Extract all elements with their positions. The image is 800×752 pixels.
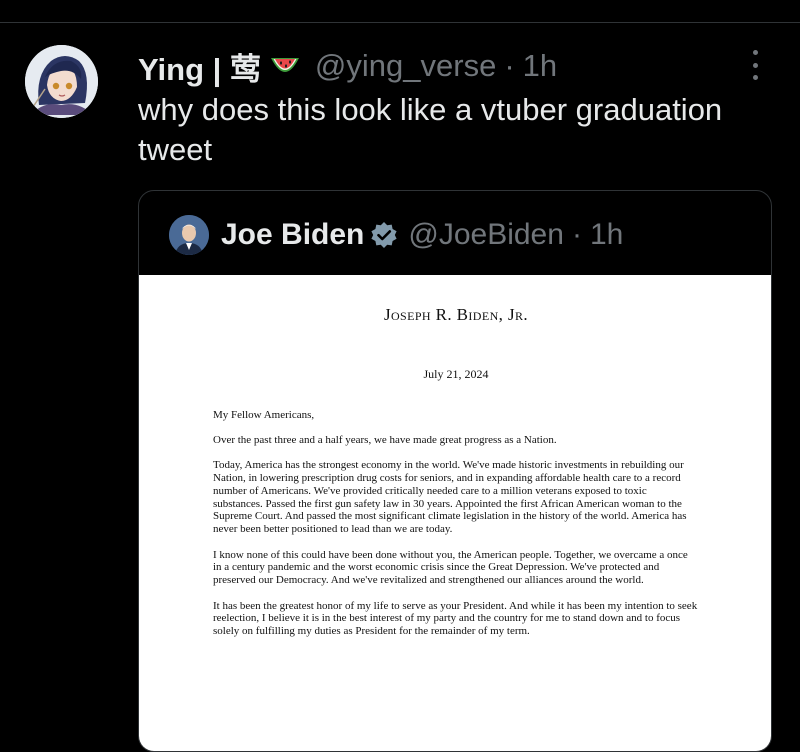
- watermelon-icon: [269, 52, 301, 80]
- letter-body: My Fellow Americans, Over the past three…: [213, 409, 699, 651]
- top-divider: [0, 22, 800, 23]
- more-options-icon[interactable]: [750, 50, 760, 80]
- letter-date: July 21, 2024: [423, 367, 489, 381]
- letter-image[interactable]: Joseph R. Biden, Jr. July 21, 2024 My Fe…: [139, 275, 771, 751]
- letter-paragraph: Over the past three and a half years, we…: [213, 433, 557, 446]
- post-header: Ying | 莺 @ying_verse · 1h: [138, 44, 557, 89]
- avatar-image: [25, 45, 98, 118]
- letter-heading: Joseph R. Biden, Jr.: [383, 305, 529, 324]
- author-handle[interactable]: @ying_verse: [315, 48, 496, 84]
- quoted-header: Joe Biden @JoeBiden · 1h: [169, 213, 623, 257]
- post-time[interactable]: 1h: [523, 48, 557, 84]
- post-text: why does this look like a vtuber graduat…: [138, 92, 723, 167]
- quoted-avatar[interactable]: [169, 215, 209, 255]
- quoted-separator-dot: ·: [571, 218, 582, 251]
- letter-paragraph: It has been the greatest honor of my lif…: [213, 599, 698, 638]
- quoted-tweet[interactable]: Joe Biden @JoeBiden · 1h Joseph R. Biden…: [138, 190, 772, 752]
- quoted-author-handle[interactable]: @JoeBiden: [408, 218, 564, 252]
- letter-salutation: My Fellow Americans,: [213, 409, 315, 421]
- letter-paragraph: Today, America has the strongest economy…: [213, 459, 687, 535]
- letter-paragraph: I know none of this could have been done…: [213, 548, 688, 587]
- avatar[interactable]: [25, 45, 98, 118]
- quoted-post-time[interactable]: 1h: [590, 218, 623, 252]
- verified-badge-icon: [370, 221, 398, 249]
- quoted-author-name[interactable]: Joe Biden: [221, 218, 364, 252]
- author-name[interactable]: Ying | 莺: [138, 44, 261, 89]
- separator-dot: ·: [504, 48, 515, 83]
